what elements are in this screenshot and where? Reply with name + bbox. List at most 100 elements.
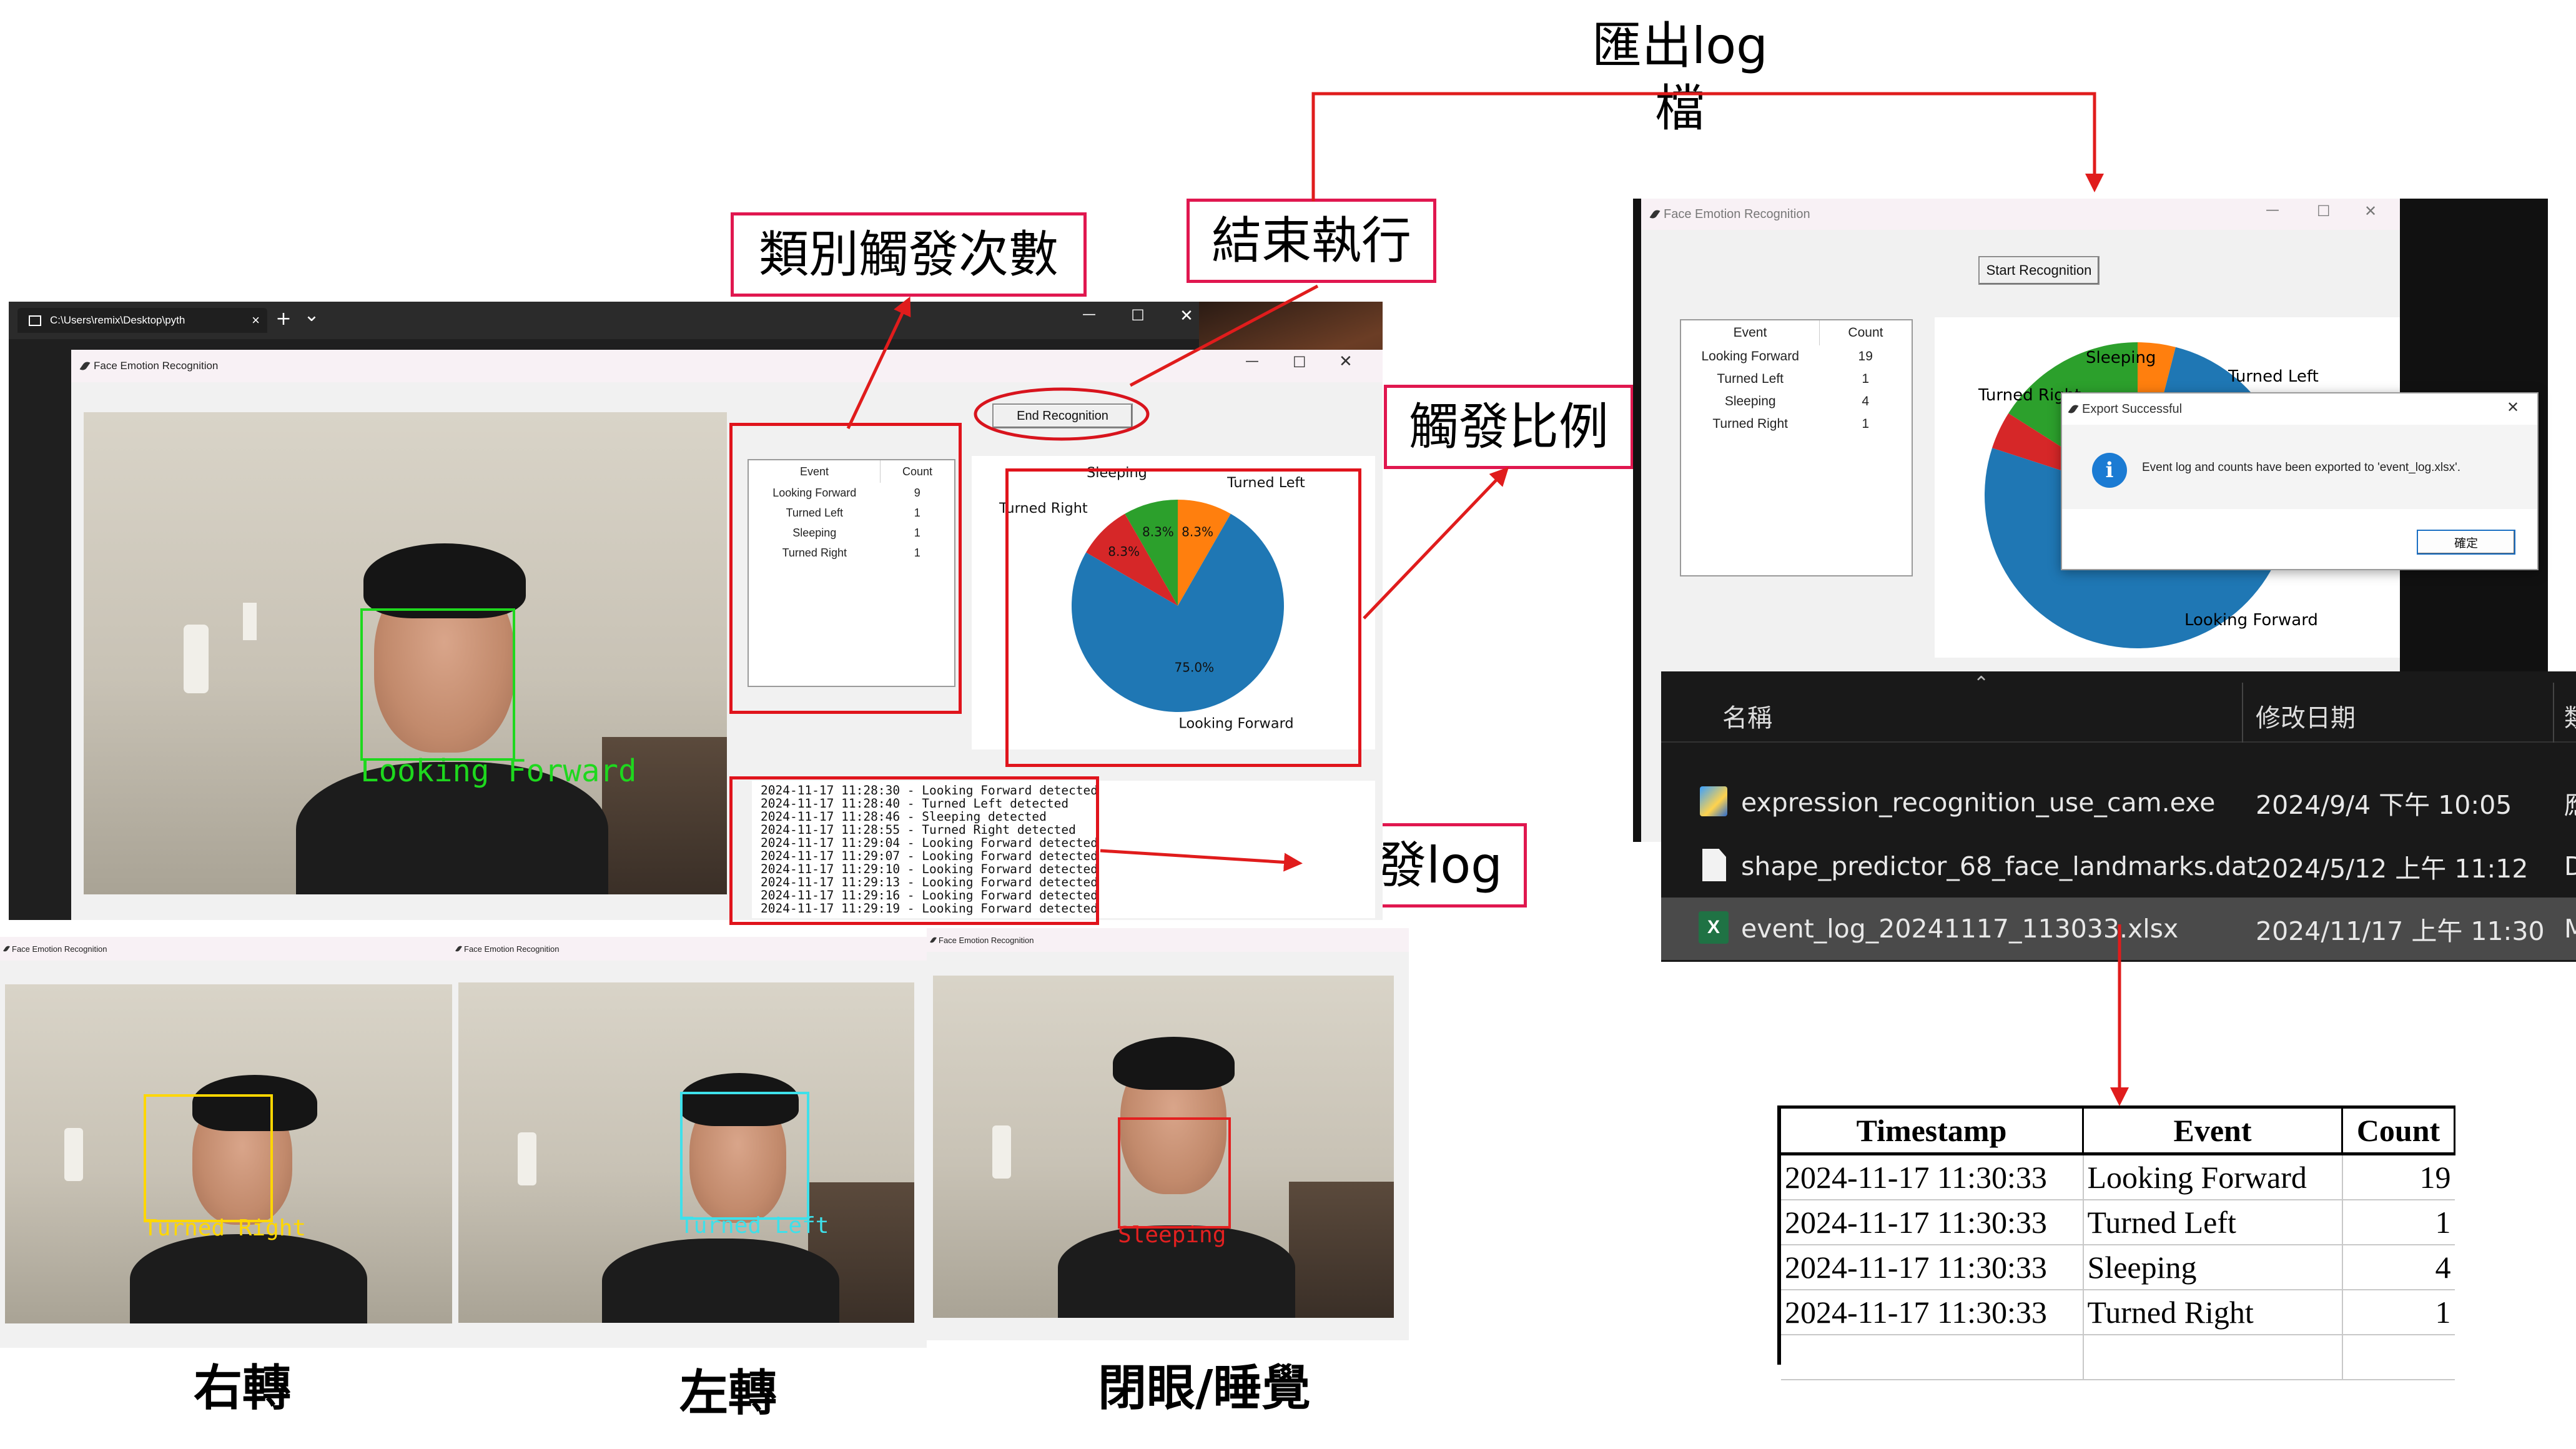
maximize-icon[interactable]: ☐ [1293,354,1306,371]
person-shirt [130,1234,367,1323]
excel-header-timestamp: Timestamp [1781,1107,2084,1155]
small-window-title: Face Emotion Recognition [464,944,560,954]
file-modified: 2024/5/12 上午 11:12 [2256,854,2529,884]
feather-icon [3,944,10,953]
excel-cell[interactable] [2083,1335,2343,1380]
minimize-icon[interactable]: — [1070,307,1108,332]
close-icon[interactable]: ✕ [1339,352,1353,371]
minimize-icon[interactable]: — [1245,354,1259,369]
small-window-turned-right: Face Emotion Recognition Turned Right [0,937,475,1348]
dialog-ok-button[interactable]: 確定 [2417,530,2515,555]
new-tab-icon[interactable]: + [271,308,296,333]
maximize-icon[interactable]: ☐ [2317,202,2331,220]
feather-icon [79,360,91,372]
column-divider[interactable] [2553,683,2554,743]
caption-turned-right: 右轉 [194,1360,292,1417]
camera-feed: Turned Right [5,984,452,1323]
file-row[interactable]: shape_predictor_68_face_landmarks.dat 20… [1661,835,2576,898]
detection-label: Sleeping [1118,1222,1226,1248]
excel-cell[interactable]: 4 [2342,1245,2455,1290]
excel-cell[interactable]: 19 [2342,1154,2455,1200]
excel-row-empty [1781,1335,2455,1380]
minimize-icon[interactable]: — [2266,202,2279,218]
excel-cell[interactable]: Looking Forward [2083,1154,2343,1200]
detection-box [360,608,515,761]
pie-label-turned-left: Turned Left [2228,367,2319,386]
column-header-modified[interactable]: 修改日期 [2256,698,2356,734]
detection-box [680,1092,809,1220]
count-cell: 4 [1862,394,1870,408]
feather-icon [2068,403,2079,415]
terminal-tab[interactable]: C:\Users\remix\Desktop\pyth × [17,308,267,333]
small-window-sleeping: Face Emotion Recognition Sleeping [927,928,1409,1340]
person-hair [1113,1037,1235,1090]
small-window-title-bar: Face Emotion Recognition [927,928,1409,952]
detection-label: Looking Forward [360,753,637,789]
terminal-tab-title: C:\Users\remix\Desktop\pyth [50,314,185,326]
end-recognition-button[interactable]: End Recognition [992,403,1133,428]
table-header-event: Event [1681,320,1820,345]
small-window-title-bar: Face Emotion Recognition [0,937,475,961]
export-window-title: Face Emotion Recognition [1664,207,1810,221]
dialog-close-icon[interactable]: ✕ [2507,398,2519,416]
count-cell: 1 [1862,417,1870,431]
excel-cell[interactable]: 2024-11-17 11:30:33 [1781,1154,2084,1200]
excel-cell[interactable]: Turned Left [2083,1200,2343,1245]
close-tab-icon[interactable]: × [252,312,260,329]
file-row[interactable]: expression_recognition_use_cam.exe 2024/… [1661,771,2576,834]
excel-cell[interactable]: 2024-11-17 11:30:33 [1781,1200,2084,1245]
export-window-controls: — ☐ ✕ [2266,202,2391,227]
close-icon[interactable]: ✕ [2364,202,2377,220]
shelf [1289,1182,1394,1318]
main-window-controls: — ☐ ✕ [1245,352,1370,380]
small-window-title-bar: Face Emotion Recognition [452,937,927,961]
event-cell: Turned Right [1712,417,1788,431]
small-window-title: Face Emotion Recognition [12,944,107,954]
file-row-selected[interactable]: X event_log_20241117_113033.xlsx 2024/11… [1661,898,2576,960]
event-count-table: Event Count Looking Forward 19 Turned Lef… [1680,319,1913,576]
camera-feed: Sleeping [933,976,1394,1318]
wall-lamp [992,1125,1011,1179]
excel-cell[interactable] [1781,1335,2084,1380]
table-row: Sleeping 4 [1681,390,1912,413]
wall-lamp [518,1132,536,1185]
excel-header-count: Count [2342,1107,2455,1155]
maximize-icon[interactable]: ☐ [1119,307,1157,332]
annotation-category-count: 類別觸發次數 [731,212,1087,297]
file-name: expression_recognition_use_cam.exe [1741,788,2216,818]
main-title-bar: Face Emotion Recognition [71,350,1383,382]
person-hair [363,543,526,618]
excel-row: 2024-11-17 11:30:33 Sleeping 4 [1781,1245,2455,1290]
excel-row: 2024-11-17 11:30:33 Turned Right 1 [1781,1290,2455,1335]
excel-cell[interactable]: 1 [2342,1290,2455,1335]
highlight-pie [1005,468,1361,767]
file-explorer: ⌃ 名稱 修改日期 類 expression_recognition_use_c… [1661,671,2576,962]
excel-cell[interactable]: Turned Right [2083,1290,2343,1335]
dialog-title-bar: Export Successful [2062,393,2537,425]
column-header-type[interactable]: 類 [2564,698,2576,734]
excel-cell[interactable] [2342,1335,2455,1380]
wall-lamp [184,625,209,693]
excel-header-event: Event [2083,1107,2343,1155]
excel-row: 2024-11-17 11:30:33 Looking Forward 19 [1781,1154,2455,1200]
excel-cell[interactable]: 1 [2342,1200,2455,1245]
file-type: D [2564,851,2576,881]
file-modified: 2024/11/17 上午 11:30 [2256,916,2545,946]
excel-sheet: Timestamp Event Count 2024-11-17 11:30:3… [1777,1105,2458,1380]
file-icon [1702,849,1726,881]
column-header-name[interactable]: 名稱 [1722,698,1772,734]
feather-icon [930,936,937,944]
annotation-export-log: 匯出log檔 [1592,17,1768,137]
excel-cell[interactable]: 2024-11-17 11:30:33 [1781,1290,2084,1335]
file-type: M [2564,914,2576,944]
excel-cell[interactable]: Sleeping [2083,1245,2343,1290]
terminal-icon [29,315,41,326]
excel-cell[interactable]: 2024-11-17 11:30:33 [1781,1245,2084,1290]
file-name: shape_predictor_68_face_landmarks.dat [1741,851,2258,881]
start-recognition-button[interactable]: Start Recognition [1978,256,2100,285]
tab-dropdown-icon[interactable]: ⌄ [299,304,324,329]
column-divider[interactable] [2242,683,2243,743]
event-cell: Sleeping [1724,394,1776,408]
detection-label: Turned Left [680,1213,829,1239]
explorer-header [1661,683,2576,743]
